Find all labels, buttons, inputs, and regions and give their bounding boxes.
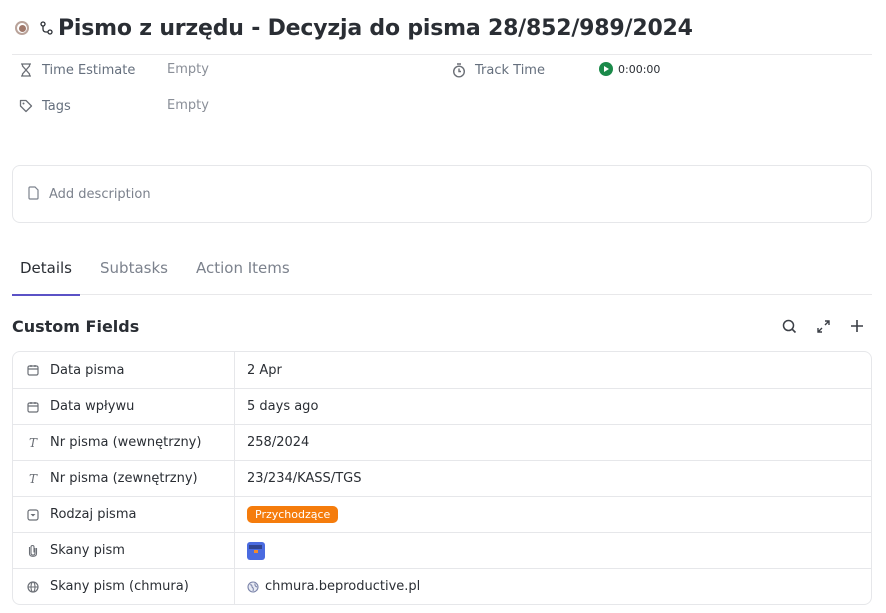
timer-value: 0:00:00 [618,62,661,76]
text-icon: T [28,435,37,450]
tags-value[interactable]: Empty [167,98,209,113]
tags-field[interactable]: Tags [18,96,71,116]
custom-fields-actions [780,317,866,335]
field-label: Data wpływu [50,399,135,414]
divider [12,54,872,55]
tab-action-items[interactable]: Action Items [196,250,290,295]
time-estimate-label: Time Estimate [42,62,136,78]
paperclip-icon [26,544,40,558]
calendar-icon [26,363,40,377]
timer: 0:00:00 [599,62,660,76]
stopwatch-icon [451,62,467,78]
link-favicon-icon [247,580,259,593]
field-row-skany-chmura: Skany pism (chmura) chmura.beproductive.… [13,568,871,604]
tags-label: Tags [42,98,71,114]
description-placeholder: Add description [49,186,151,202]
subtask-icon [40,20,54,36]
field-row-nr-wewnetrzny: T Nr pisma (wewnętrzny) 258/2024 [13,424,871,460]
field-value[interactable]: chmura.beproductive.pl [235,569,871,604]
calendar-icon [26,400,40,414]
field-value[interactable]: Przychodzące [235,497,871,532]
field-label: Nr pisma (wewnętrzny) [50,435,202,450]
field-value[interactable] [235,533,871,568]
dropdown-icon [26,508,40,522]
field-label: Skany pism (chmura) [50,579,189,594]
field-label: Nr pisma (zewnętrzny) [50,471,198,486]
page-title[interactable]: Pismo z urzędu - Decyzja do pisma 28/852… [58,16,693,41]
status-icon[interactable] [15,21,29,35]
tag-icon [18,98,34,114]
play-icon[interactable] [599,62,613,76]
field-value[interactable]: 2 Apr [235,352,871,388]
time-estimate-value[interactable]: Empty [167,62,209,77]
track-time-label: Track Time [475,62,545,78]
tab-details[interactable]: Details [12,250,81,296]
field-value[interactable]: 5 days ago [235,389,871,424]
custom-fields-title: Custom Fields [12,317,140,336]
field-row-data-pisma: Data pisma 2 Apr [13,352,871,388]
field-value[interactable]: 258/2024 [235,425,871,460]
link-text[interactable]: chmura.beproductive.pl [265,579,420,594]
field-value[interactable]: 23/234/KASS/TGS [235,461,871,496]
field-row-data-wplywu: Data wpływu 5 days ago [13,388,871,424]
expand-icon[interactable] [814,317,832,335]
status-badge[interactable]: Przychodzące [247,506,339,523]
hourglass-icon [18,62,34,78]
custom-fields-table: Data pisma 2 Apr Data wpływu 5 days ago … [12,351,872,605]
field-row-rodzaj-pisma: Rodzaj pisma Przychodzące [13,496,871,532]
field-row-skany-pism: Skany pism [13,532,871,568]
tab-bar: Details Subtasks Action Items [12,250,872,296]
description-input[interactable]: Add description [12,165,872,223]
plus-icon[interactable] [848,317,866,335]
search-icon[interactable] [780,317,798,335]
attachment-thumbnail[interactable] [247,541,265,560]
track-time-field: Track Time [451,60,545,80]
globe-icon [26,580,40,594]
field-row-nr-zewnetrzny: T Nr pisma (zewnętrzny) 23/234/KASS/TGS [13,460,871,496]
tab-subtasks[interactable]: Subtasks [100,250,168,295]
field-label: Rodzaj pisma [50,507,137,522]
field-label: Skany pism [50,543,125,558]
document-icon [28,185,39,204]
text-icon: T [28,471,37,486]
time-estimate-field[interactable]: Time Estimate [18,60,135,80]
field-label: Data pisma [50,362,125,378]
title-row: Pismo z urzędu - Decyzja do pisma 28/852… [12,12,693,44]
